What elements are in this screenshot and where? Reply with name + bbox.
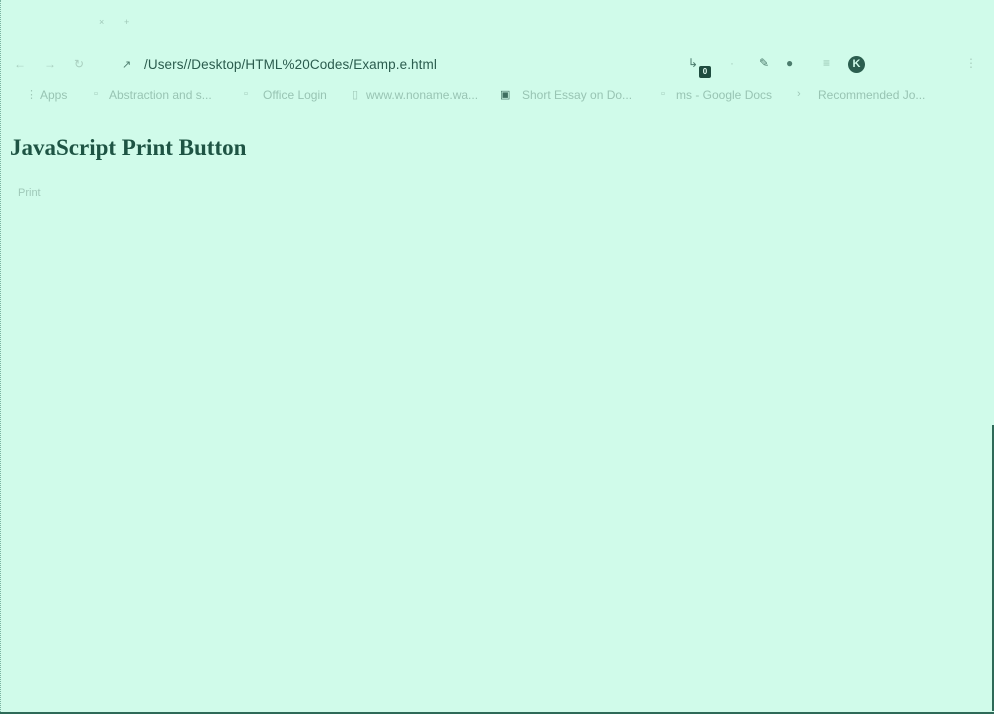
page-icon: ›: [797, 88, 801, 100]
menu-extension-icon[interactable]: ≡: [823, 56, 830, 70]
profile-avatar[interactable]: K: [848, 56, 865, 73]
bookmark-apps[interactable]: Apps: [40, 88, 67, 102]
bookmarks-bar: ⋮ Apps ▫ Abstraction and s... ▫ Office L…: [0, 86, 994, 106]
puzzle-extension-icon[interactable]: ✎: [759, 56, 769, 70]
window-left-edge: [0, 0, 2, 714]
bookmark-www[interactable]: www.w.noname.wa...: [366, 88, 478, 102]
browser-window: × + ← → ↻ ↗ /Users//Desktop/HTML%20Codes…: [0, 0, 994, 714]
back-arrow-icon[interactable]: ←: [14, 57, 26, 71]
bookmark-recommended[interactable]: Recommended Jo...: [818, 88, 932, 102]
window-right-edge: [990, 425, 994, 711]
file-info-icon[interactable]: ↗: [122, 58, 131, 71]
page-icon: ▯: [352, 89, 359, 101]
bookmark-office-login[interactable]: Office Login: [263, 88, 331, 102]
extension-icon[interactable]: ↳: [688, 56, 698, 70]
forward-arrow-icon[interactable]: →: [44, 57, 56, 71]
address-bar-url[interactable]: /Users//Desktop/HTML%20Codes/Examp.e.htm…: [144, 57, 437, 72]
extension-icon[interactable]: ·: [730, 56, 734, 70]
image-icon: ▣: [500, 89, 511, 101]
page-icon: ▫: [94, 88, 98, 100]
docs-icon: ▫: [661, 88, 665, 100]
browser-toolbar: ← → ↻ ↗ /Users//Desktop/HTML%20Codes/Exa…: [0, 50, 994, 80]
more-menu-icon[interactable]: ⋮: [965, 56, 977, 70]
drop-extension-icon[interactable]: ●: [786, 56, 793, 70]
apps-grid-icon: ⋮: [26, 89, 37, 101]
bookmark-short-essay[interactable]: Short Essay on Do...: [522, 88, 640, 102]
tab-strip: × +: [0, 0, 994, 44]
reload-icon[interactable]: ↻: [74, 57, 84, 71]
print-button[interactable]: Print: [12, 184, 47, 202]
bookmark-google-docs[interactable]: ms - Google Docs: [676, 88, 782, 102]
bookmark-abstraction[interactable]: Abstraction and s...: [109, 88, 221, 102]
extension-badge: 0: [699, 66, 711, 78]
page-icon: ▫: [244, 88, 248, 100]
tab-close-icon[interactable]: ×: [99, 17, 104, 27]
new-tab-icon[interactable]: +: [124, 17, 129, 27]
page-title: JavaScript Print Button: [10, 135, 247, 160]
